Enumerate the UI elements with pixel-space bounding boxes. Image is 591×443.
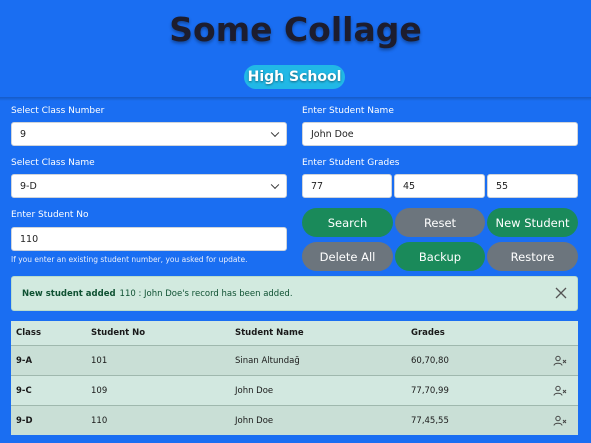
grade-input-2[interactable]: 45 [394, 174, 485, 198]
reset-button[interactable]: Reset [395, 208, 485, 237]
cell-student-no: 109 [91, 385, 108, 396]
app-header: Some Collage High School [0, 0, 591, 98]
remove-user-icon[interactable] [553, 406, 567, 435]
cell-student-no: 101 [91, 355, 108, 366]
page-title: Some Collage [169, 10, 422, 49]
success-alert: New student added 110 : John Doe's recor… [11, 276, 578, 311]
cell-student-name: John Doe [235, 415, 274, 426]
class-number-label: Select Class Number [11, 106, 105, 116]
cell-grades: 77,45,55 [411, 415, 449, 426]
grades-label: Enter Student Grades [302, 158, 400, 168]
header-shadow [0, 97, 591, 101]
table-row: 9-C 109 John Doe 77,70,99 [11, 375, 578, 405]
cell-student-name: Sinan Altundağ [235, 355, 300, 366]
students-table: Class Student No Student Name Grades 9-A… [11, 321, 578, 435]
cell-class: 9-D [16, 415, 33, 426]
cell-student-name: John Doe [235, 385, 274, 396]
class-name-value: 9-D [20, 180, 37, 192]
remove-user-icon[interactable] [553, 346, 567, 375]
search-button[interactable]: Search [302, 208, 393, 237]
table-row: 9-A 101 Sinan Altundağ 60,70,80 [11, 345, 578, 375]
header-class: Class [16, 328, 42, 338]
student-no-label: Enter Student No [11, 210, 89, 220]
grade-input-3[interactable]: 55 [487, 174, 578, 198]
grade-value-2: 45 [403, 180, 416, 192]
class-name-label: Select Class Name [11, 158, 95, 168]
cell-class: 9-A [16, 355, 33, 366]
table-row: 9-D 110 John Doe 77,45,55 [11, 405, 578, 435]
header-student-name: Student Name [235, 328, 304, 338]
restore-button[interactable]: Restore [487, 242, 578, 271]
delete-all-button[interactable]: Delete All [302, 242, 393, 271]
header-grades: Grades [411, 328, 445, 338]
student-no-value: 110 [20, 233, 39, 245]
backup-button[interactable]: Backup [395, 242, 485, 271]
student-name-input[interactable]: John Doe [302, 122, 578, 146]
alert-title: New student added [22, 288, 116, 299]
chevron-down-icon [270, 180, 280, 190]
update-hint: If you enter an existing student number,… [11, 255, 248, 264]
cell-grades: 77,70,99 [411, 385, 449, 396]
student-name-value: John Doe [311, 128, 354, 140]
chevron-down-icon [270, 128, 280, 138]
remove-user-icon[interactable] [553, 376, 567, 405]
student-no-input[interactable]: 110 [11, 227, 287, 251]
new-student-button[interactable]: New Student [487, 208, 578, 237]
student-name-label: Enter Student Name [302, 106, 394, 116]
class-name-select[interactable]: 9-D [11, 174, 287, 198]
class-number-select[interactable]: 9 [11, 122, 287, 146]
table-header-row: Class Student No Student Name Grades [11, 321, 578, 345]
grade-value-3: 55 [496, 180, 509, 192]
class-number-value: 9 [20, 128, 27, 140]
cell-class: 9-C [16, 385, 32, 396]
close-icon[interactable] [555, 287, 567, 299]
school-type-badge: High School [244, 65, 345, 89]
alert-message: 110 : John Doe's record has been added. [119, 288, 293, 299]
cell-grades: 60,70,80 [411, 355, 449, 366]
header-student-no: Student No [91, 328, 146, 338]
grade-input-1[interactable]: 77 [302, 174, 392, 198]
grade-value-1: 77 [311, 180, 324, 192]
cell-student-no: 110 [91, 415, 108, 426]
